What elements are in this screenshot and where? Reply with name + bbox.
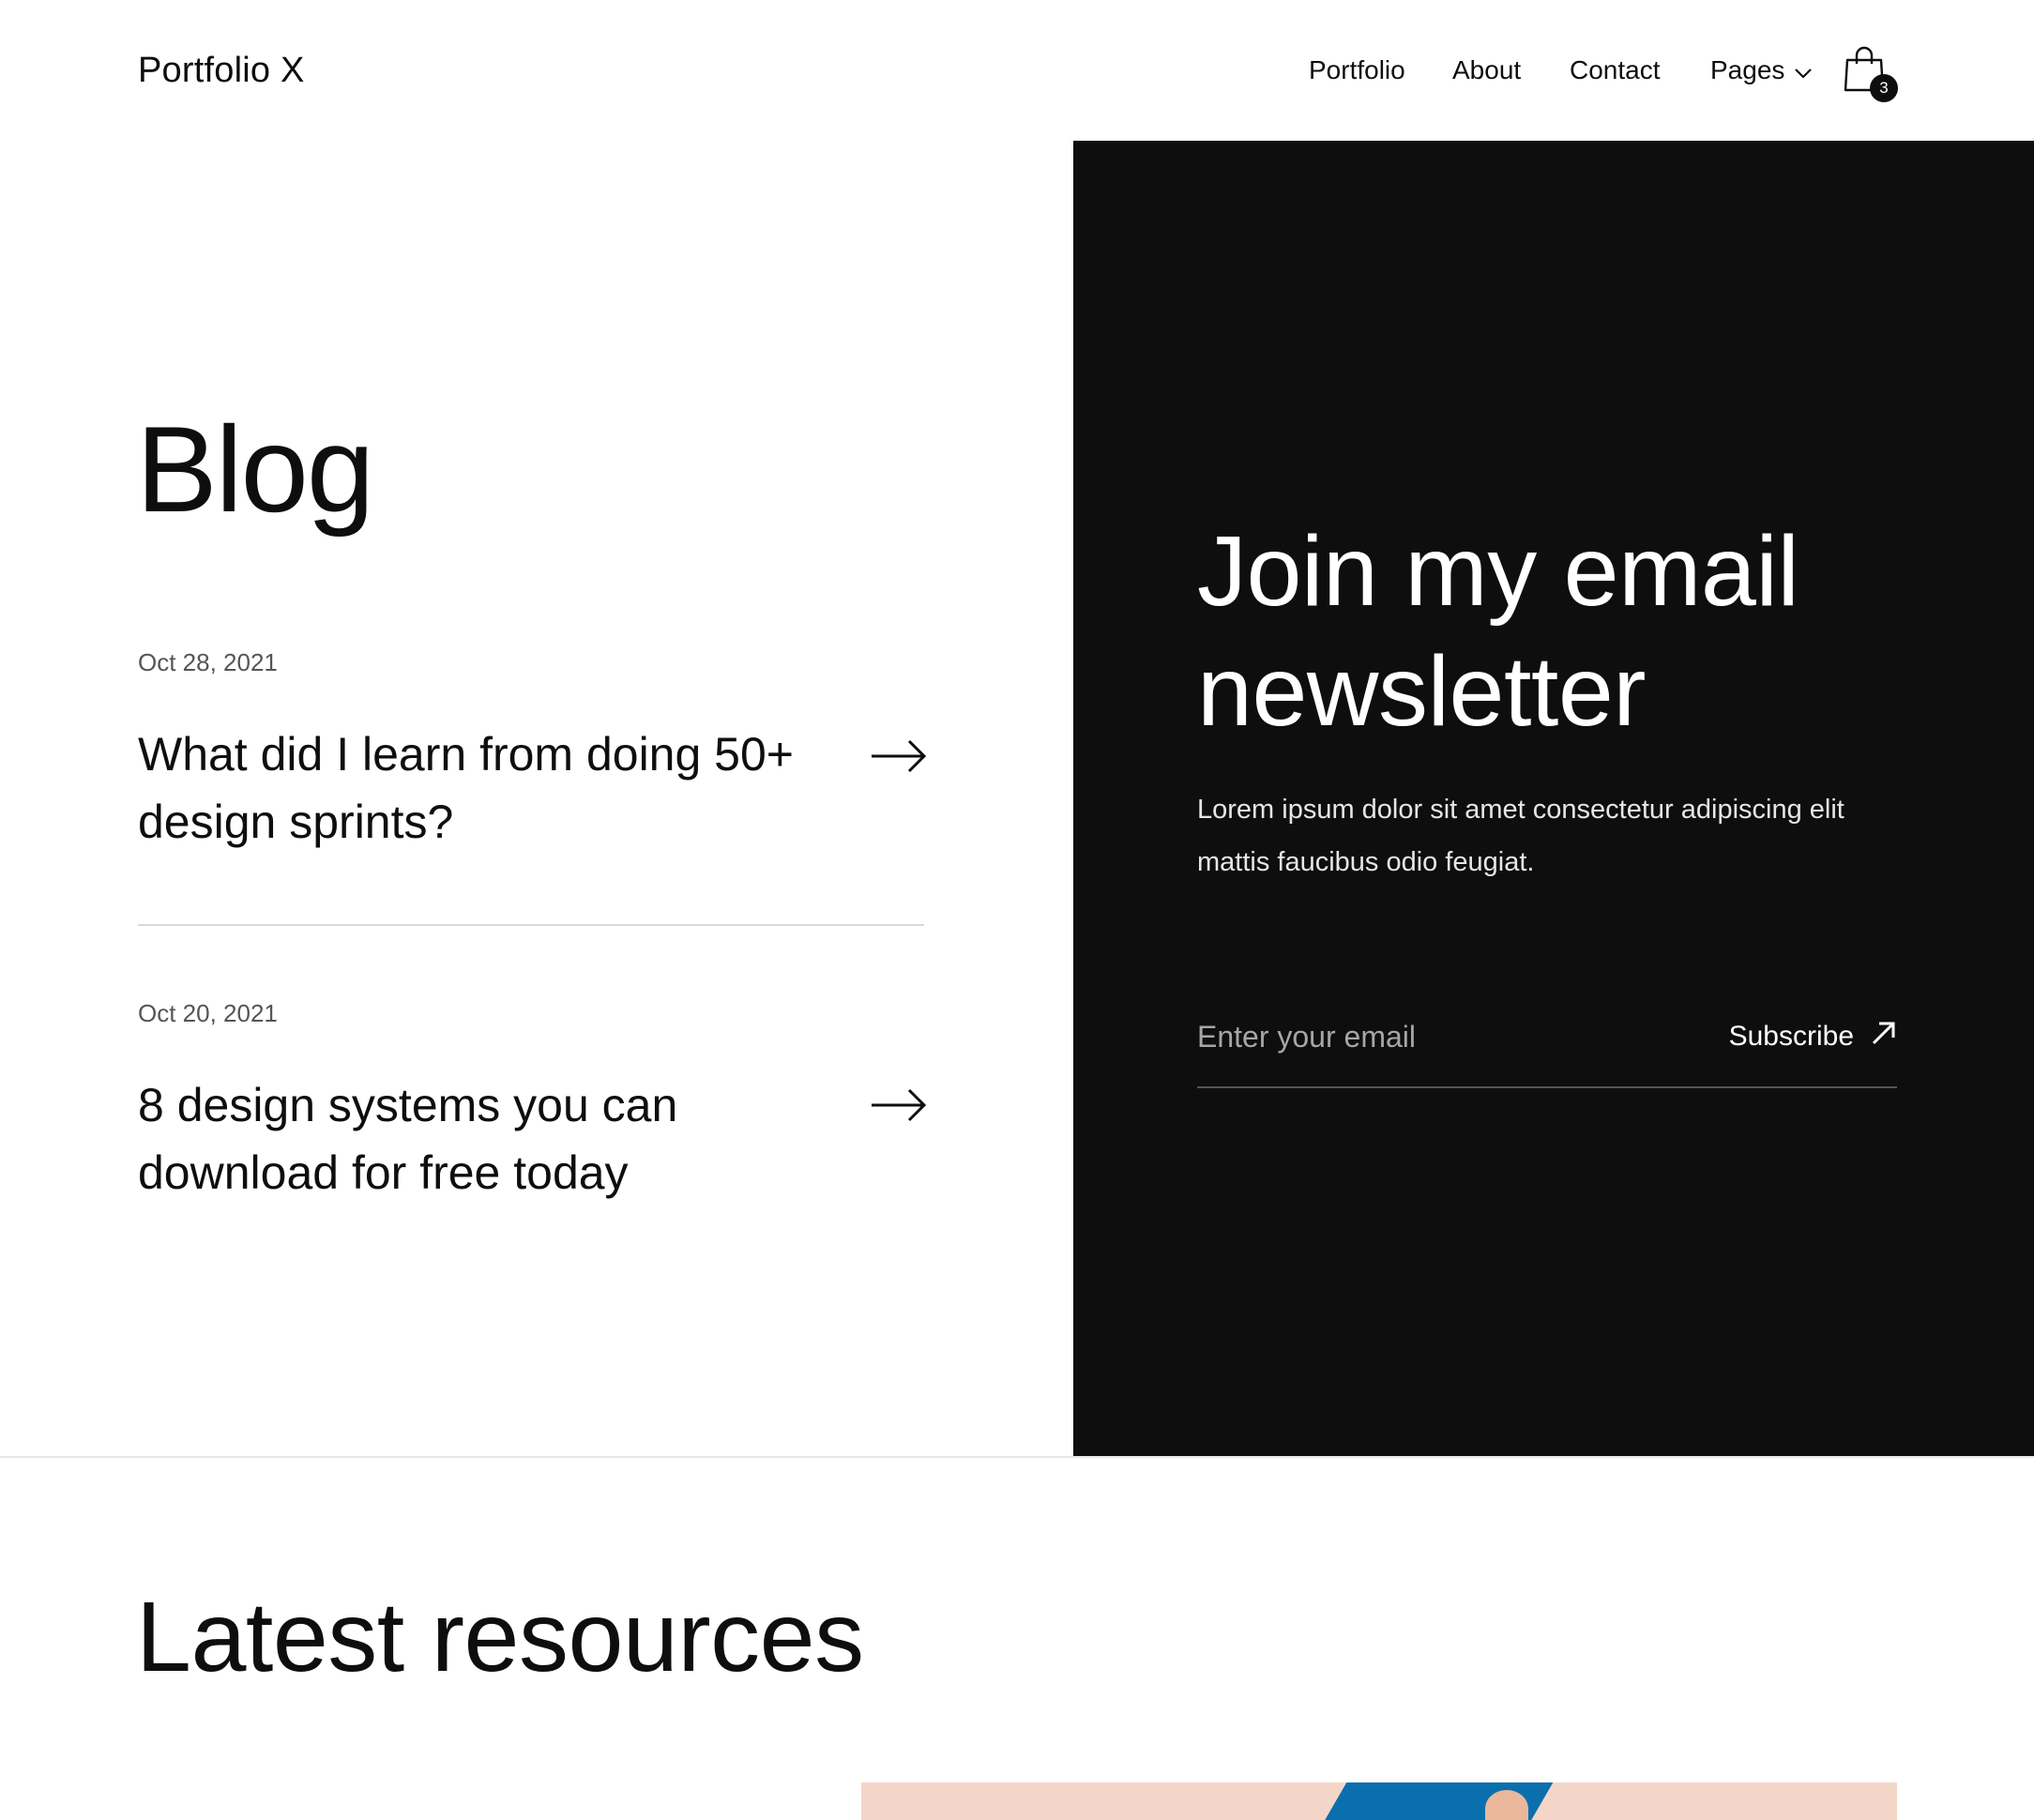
post-divider [138,924,924,926]
newsletter-description: Lorem ipsum dolor sit amet consectetur a… [1197,795,1844,877]
chevron-down-icon [1794,47,1813,94]
blog-title: Blog [136,401,374,538]
arrow-up-right-icon [1871,1020,1897,1054]
email-input[interactable] [1197,1013,1685,1060]
post-date: Oct 20, 2021 [138,999,278,1027]
post-title-link[interactable]: What did I learn from doing 50+ design s… [138,720,813,856]
email-input-underline [1197,1086,1897,1088]
resources-title: Latest resources [136,1582,864,1692]
nav-pages-dropdown[interactable]: Pages [1710,47,1813,94]
resource-thumbnail-image[interactable] [861,1782,1897,1820]
nav-pages-label: Pages [1710,55,1785,84]
post-date: Oct 28, 2021 [138,648,278,676]
cart-button[interactable]: 3 [1842,45,1898,102]
subscribe-label: Subscribe [1728,1021,1854,1052]
site-header: Portfolio X Portfolio About Contact Page… [0,0,2034,141]
nav-about-link[interactable]: About [1452,47,1521,94]
arrow-right-icon[interactable] [870,1086,928,1124]
post-title-link[interactable]: 8 design systems you can download for fr… [138,1071,813,1206]
newsletter-panel: Join my email newsletter Lorem ipsum dol… [1073,141,2034,1457]
resource-image-hand-shape [1485,1790,1528,1820]
blog-post-item: Oct 20, 2021 8 design systems you can do… [138,996,928,1231]
blog-post-item: Oct 28, 2021 What did I learn from doing… [138,645,928,880]
arrow-right-icon[interactable] [870,737,928,775]
newsletter-title: Join my email newsletter [1197,516,1799,747]
newsletter-form: Subscribe [1197,985,1897,1088]
main-nav: Portfolio About Contact Pages [0,47,2034,94]
section-divider [0,1456,2034,1458]
nav-contact-link[interactable]: Contact [1570,47,1661,94]
subscribe-button[interactable]: Subscribe [1729,1011,1897,1062]
nav-portfolio-link[interactable]: Portfolio [1309,47,1405,94]
cart-count-badge: 3 [1870,74,1898,102]
